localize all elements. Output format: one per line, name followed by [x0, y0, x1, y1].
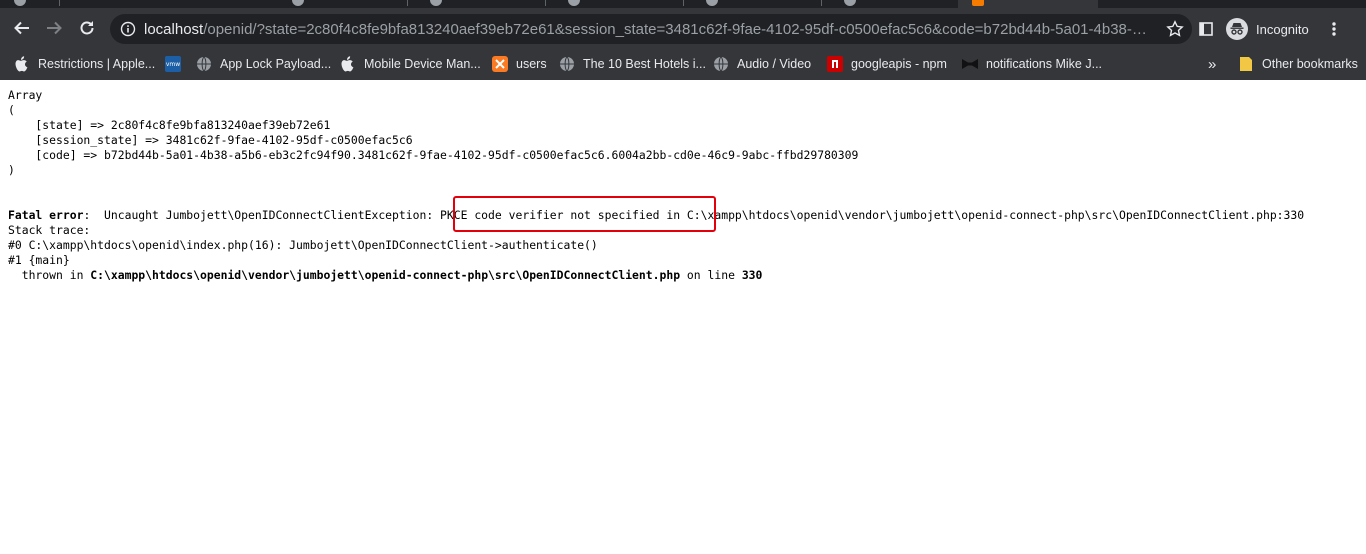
dump-line: ) — [8, 163, 15, 177]
arrow-left-icon — [14, 21, 29, 35]
apple-icon — [340, 56, 356, 72]
folder-icon — [1238, 56, 1254, 72]
bookmarks-overflow-button[interactable]: » — [1208, 53, 1216, 75]
bookmark-label: The 10 Best Hotels i... — [583, 57, 706, 71]
browser-tab[interactable] — [830, 0, 950, 8]
reload-button[interactable] — [73, 14, 101, 42]
xampp-icon — [492, 56, 508, 72]
browser-chrome: localhost/openid/?state=2c80f4c8fe9bfa81… — [0, 0, 1366, 80]
highlight-annotation-box — [453, 196, 716, 232]
fatal-error-label: Fatal error — [8, 208, 84, 222]
vmware-icon: vmw — [165, 56, 181, 72]
globe-icon — [196, 56, 212, 72]
globe-icon — [713, 56, 729, 72]
arrow-right-icon — [47, 21, 62, 35]
info-icon[interactable] — [120, 21, 136, 37]
url-path: /openid/?state=2c80f4c8fe9bfa813240aef39… — [203, 20, 1154, 38]
tab-favicon-icon — [430, 0, 442, 6]
browser-toolbar: localhost/openid/?state=2c80f4c8fe9bfa81… — [0, 8, 1366, 50]
bookmarks-bar: Restrictions | Apple... vmw App Lock Pay… — [0, 50, 1366, 78]
stack-trace-line: #0 C:\xampp\htdocs\openid\index.php(16):… — [8, 238, 598, 252]
incognito-label: Incognito — [1256, 21, 1309, 37]
page-content: Array ( [state] => 2c80f4c8fe9bfa813240a… — [0, 80, 1366, 554]
dump-line: [state] => 2c80f4c8fe9bfa813240aef39eb72… — [8, 118, 331, 132]
bookmark-item[interactable]: The 10 Best Hotels i... — [559, 53, 706, 75]
kebab-menu-icon[interactable] — [1331, 21, 1337, 37]
other-bookmarks[interactable]: Other bookmarks — [1238, 53, 1358, 75]
bookmark-item[interactable]: Restrictions | Apple... — [14, 53, 155, 75]
tab-strip — [0, 0, 1366, 8]
globe-icon — [559, 56, 575, 72]
bookmark-item[interactable]: Mobile Device Man... — [340, 53, 481, 75]
browser-tab[interactable] — [416, 0, 546, 8]
bookmark-label: users — [516, 57, 547, 71]
browser-tab[interactable] — [0, 0, 60, 8]
browser-tab[interactable] — [278, 0, 408, 8]
bookmark-item[interactable]: googleapis - npm — [827, 53, 947, 75]
bookmark-item[interactable]: notifications Mike J... — [962, 53, 1102, 75]
reload-icon — [80, 21, 94, 35]
browser-tab[interactable] — [692, 0, 822, 8]
back-button[interactable] — [8, 14, 36, 42]
bookmark-label: App Lock Payload... — [220, 57, 332, 71]
tab-favicon-icon — [292, 0, 304, 6]
npm-icon — [827, 56, 843, 72]
incognito-icon — [1226, 18, 1248, 40]
bookmark-item[interactable]: vmw — [165, 53, 189, 75]
bowtie-icon — [962, 56, 978, 72]
dump-line: Array — [8, 88, 43, 102]
incognito-indicator[interactable]: Incognito — [1226, 18, 1309, 40]
array-dump: Array ( [state] => 2c80f4c8fe9bfa813240a… — [8, 88, 858, 178]
other-bookmarks-label: Other bookmarks — [1262, 57, 1358, 71]
forward-button[interactable] — [40, 14, 68, 42]
stack-trace-line: #1 {main} — [8, 253, 70, 267]
bookmark-item[interactable]: users — [492, 53, 547, 75]
bookmark-label: Restrictions | Apple... — [38, 57, 156, 71]
browser-tab-active[interactable] — [958, 0, 1098, 8]
thrown-prefix: thrown in — [8, 268, 91, 282]
tab-favicon-icon — [14, 0, 26, 6]
tab-favicon-icon — [568, 0, 580, 6]
bookmark-label: Audio / Video — [737, 57, 812, 71]
thrown-line: 330 — [741, 268, 763, 282]
dump-line: ( — [8, 103, 15, 117]
tab-favicon-icon — [706, 0, 718, 6]
tab-favicon-icon — [844, 0, 856, 6]
tab-search-icon[interactable] — [1198, 21, 1214, 37]
address-bar[interactable]: localhost/openid/?state=2c80f4c8fe9bfa81… — [110, 14, 1192, 44]
bookmark-label: googleapis - npm — [851, 57, 947, 71]
bookmark-item[interactable]: Audio / Video — [713, 53, 811, 75]
toolbar-right: Incognito — [1198, 14, 1337, 44]
browser-tab[interactable] — [554, 0, 684, 8]
bookmark-label: Mobile Device Man... — [364, 57, 481, 71]
xampp-icon — [972, 0, 984, 6]
apple-icon — [14, 56, 30, 72]
dump-line: [code] => b72bd44b-5a01-4b38-a5b6-eb3c2f… — [8, 148, 859, 162]
bookmark-label: notifications Mike J... — [986, 57, 1103, 71]
stack-trace-line: Stack trace: — [8, 223, 91, 237]
url-text[interactable]: localhost/openid/?state=2c80f4c8fe9bfa81… — [144, 21, 1154, 38]
thrown-on: on line — [680, 268, 742, 282]
star-icon[interactable] — [1166, 20, 1184, 38]
url-host: localhost — [144, 20, 204, 38]
thrown-file: C:\xampp\htdocs\openid\vendor\jumbojett\… — [90, 268, 681, 282]
dump-line: [session_state] => 3481c62f-9fae-4102-95… — [8, 133, 413, 147]
bookmark-item[interactable]: App Lock Payload... — [196, 53, 331, 75]
